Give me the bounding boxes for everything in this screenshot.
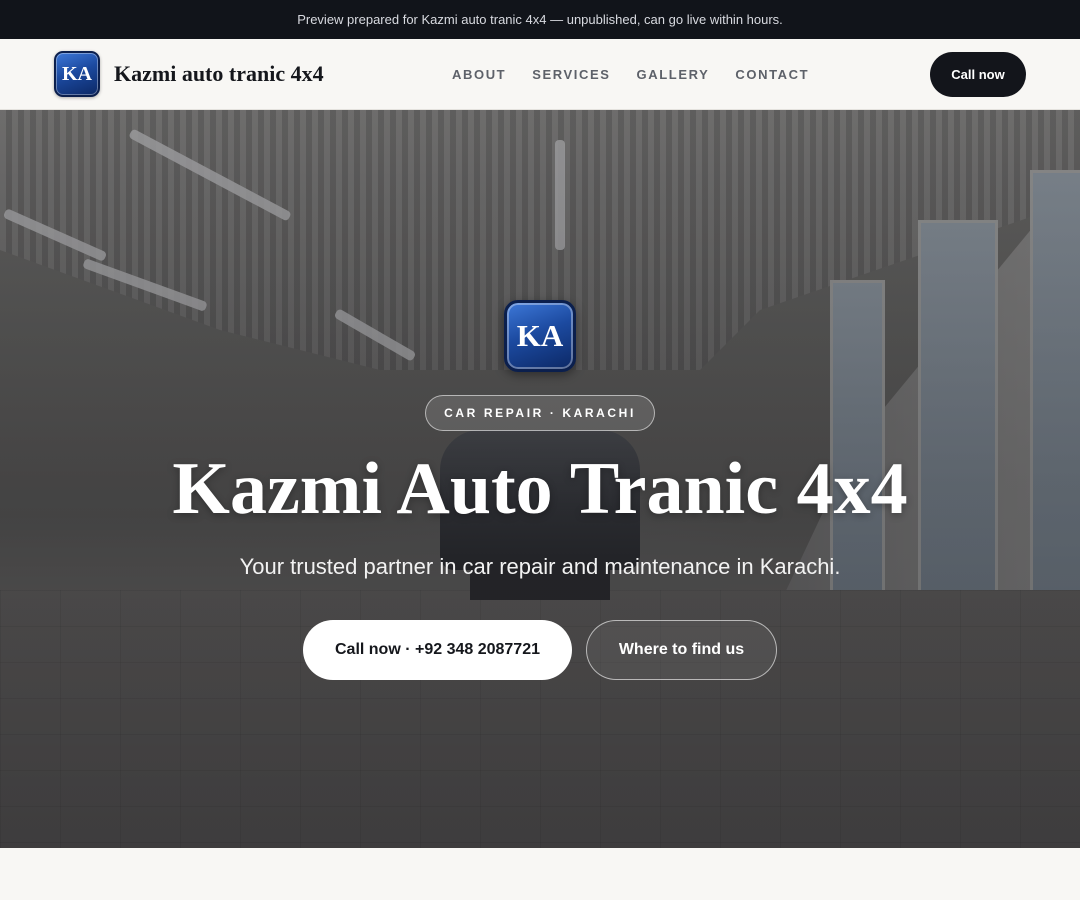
hero-tagline: CAR REPAIR · KARACHI <box>425 395 655 431</box>
nav-services[interactable]: SERVICES <box>532 67 610 82</box>
brand-name: Kazmi auto tranic 4x4 <box>114 61 324 86</box>
nav-contact[interactable]: CONTACT <box>735 67 809 82</box>
hero-find-us-button[interactable]: Where to find us <box>586 620 777 680</box>
main-nav: ABOUT SERVICES GALLERY CONTACT <box>452 39 809 109</box>
hero-tagline-text: CAR REPAIR · KARACHI <box>444 406 636 420</box>
nav-about[interactable]: ABOUT <box>452 67 506 82</box>
nav-gallery[interactable]: GALLERY <box>637 67 710 82</box>
hero-content: KA CAR REPAIR · KARACHI Kazmi Auto Trani… <box>0 110 1080 848</box>
brand[interactable]: KA Kazmi auto tranic 4x4 <box>54 51 324 97</box>
preview-banner-text: Preview prepared for Kazmi auto tranic 4… <box>297 12 783 27</box>
hero-call-button[interactable]: Call now · +92 348 2087721 <box>303 620 572 680</box>
logo-icon: KA <box>54 51 100 97</box>
preview-banner: Preview prepared for Kazmi auto tranic 4… <box>0 0 1080 39</box>
hero-logo-icon: KA <box>504 300 576 372</box>
hero-section: KA CAR REPAIR · KARACHI Kazmi Auto Trani… <box>0 110 1080 848</box>
logo-initials: KA <box>62 62 92 85</box>
hero-title: Kazmi Auto Tranic 4x4 <box>172 448 908 530</box>
hero-subtitle: Your trusted partner in car repair and m… <box>239 554 841 579</box>
site-header: KA Kazmi auto tranic 4x4 ABOUT SERVICES … <box>0 39 1080 110</box>
hero-logo-initials: KA <box>516 318 564 353</box>
header-call-button[interactable]: Call now <box>930 52 1026 97</box>
